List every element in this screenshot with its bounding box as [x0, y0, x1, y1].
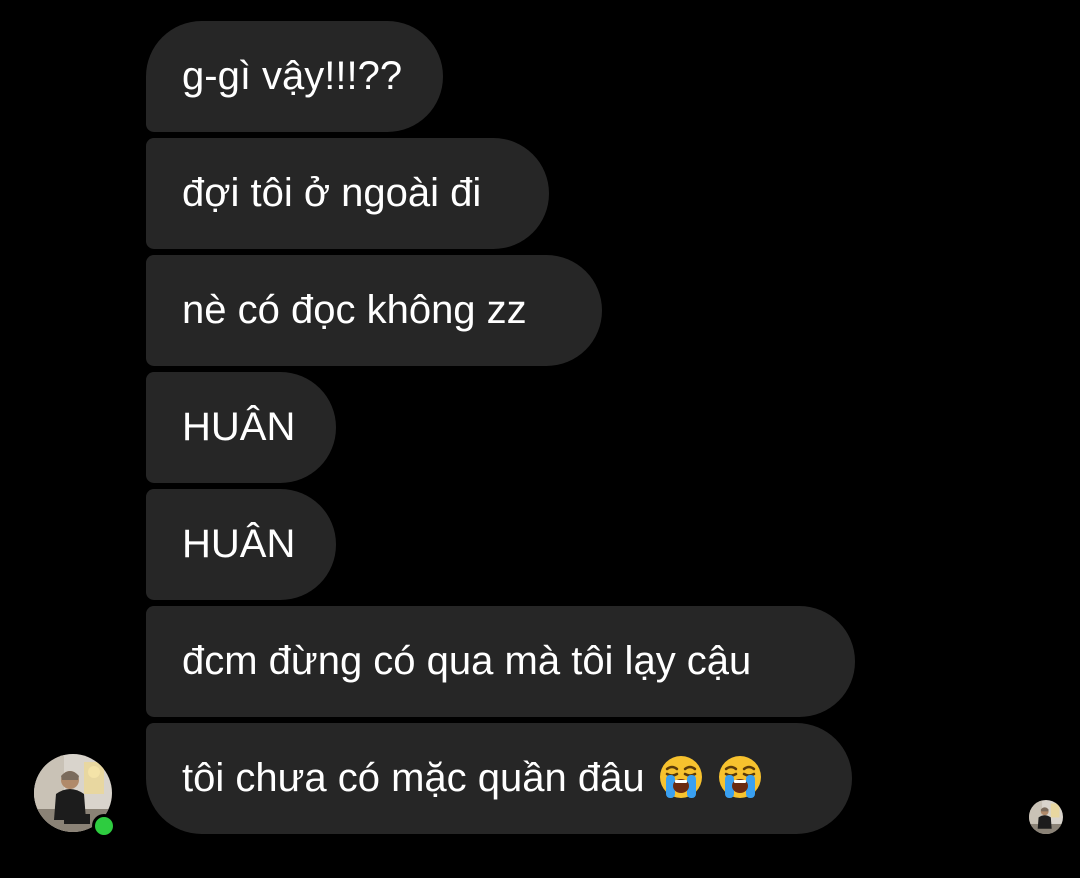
message-bubble[interactable]: HUÂN — [146, 489, 336, 600]
profile-photo-icon — [1029, 800, 1063, 834]
message-text: HUÂN — [182, 522, 296, 566]
loudly-crying-face-icon — [658, 754, 704, 800]
message-text: nè có đọc không zz — [182, 288, 527, 332]
message-bubble[interactable]: tôi chưa có mặc quần đâu — [146, 723, 852, 834]
message-text: tôi chưa có mặc quần đâu — [182, 756, 645, 800]
message-bubble[interactable]: g-gì vậy!!!?? — [146, 21, 443, 132]
message-bubble[interactable]: nè có đọc không zz — [146, 255, 602, 366]
message-text: đcm đừng có qua mà tôi lạy cậu — [182, 639, 752, 683]
message-bubble[interactable]: đợi tôi ở ngoài đi — [146, 138, 549, 249]
message-bubble[interactable]: đcm đừng có qua mà tôi lạy cậu — [146, 606, 855, 717]
message-thread: g-gì vậy!!!?? đợi tôi ở ngoài đi nè có đ… — [0, 0, 1080, 878]
seen-indicator-avatar — [1029, 800, 1063, 834]
message-text: HUÂN — [182, 405, 296, 449]
online-status-dot — [92, 814, 116, 838]
message-text: đợi tôi ở ngoài đi — [182, 171, 482, 215]
message-bubble[interactable]: HUÂN — [146, 372, 336, 483]
message-text: g-gì vậy!!!?? — [182, 54, 403, 98]
loudly-crying-face-icon — [717, 754, 763, 800]
